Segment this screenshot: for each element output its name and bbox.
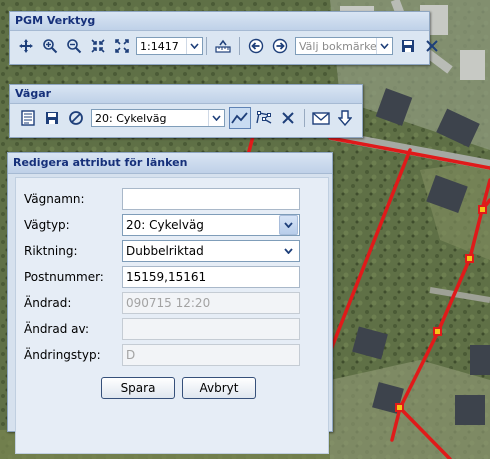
andrad-av-label: Ändrad av: [24, 322, 89, 336]
draw-line-icon[interactable] [229, 107, 251, 129]
chevron-down-icon[interactable] [376, 38, 392, 54]
save-icon[interactable] [41, 107, 63, 129]
road-type-dropdown[interactable]: 20: Cykelväg [91, 109, 225, 127]
forward-icon[interactable] [269, 35, 291, 57]
zoom-in-icon[interactable] [39, 35, 61, 57]
bookmark-placeholder: Välj bokmärke [299, 39, 376, 53]
toolbar-separator [239, 37, 240, 55]
toolbar-separator [304, 109, 305, 127]
riktning-select[interactable]: Dubbelriktad [122, 240, 300, 262]
road-type-value: 20: Cykelväg [95, 111, 167, 125]
andrad-input: 090715 12:20 [122, 292, 300, 314]
vagnamn-label: Vägnamn: [24, 192, 85, 206]
zoom-out-icon[interactable] [63, 35, 85, 57]
riktning-label: Riktning: [24, 244, 78, 258]
andrad-label: Ändrad: [24, 296, 72, 310]
pgm-toolbar-title[interactable]: PGM Verktyg [10, 12, 429, 31]
chevron-down-icon[interactable] [186, 38, 202, 54]
andringstyp-label: Ändringstyp: [24, 348, 101, 362]
field-row-postnummer: Postnummer: 15159,15161 [24, 266, 324, 288]
pgm-toolbar: PGM Verktyg 1:1417 Välj bokmärke [9, 11, 438, 65]
edit-icon[interactable] [17, 107, 39, 129]
vagar-toolbar-title[interactable]: Vägar [10, 85, 362, 104]
field-row-vagnamn: Vägnamn: [24, 188, 324, 210]
dialog-title[interactable]: Redigera attribut för länken [8, 153, 332, 174]
vagar-toolbar: Vägar 20: Cykelväg [9, 84, 363, 138]
zoom-extent-out-icon[interactable] [111, 35, 133, 57]
save-icon[interactable] [397, 35, 419, 57]
chevron-down-icon[interactable] [208, 110, 224, 126]
vagtyp-label: Vägtyp: [24, 218, 70, 232]
bookmark-dropdown[interactable]: Välj bokmärke [295, 37, 393, 55]
andrad-av-input [122, 318, 300, 340]
field-row-andrad-av: Ändrad av: [24, 318, 324, 340]
vagtyp-value: 20: Cykelväg [126, 218, 204, 232]
field-row-riktning: Riktning: Dubbelriktad [24, 240, 324, 262]
save-button[interactable]: Spara [101, 377, 175, 399]
measure-icon[interactable] [212, 35, 234, 57]
zoom-extent-in-icon[interactable] [87, 35, 109, 57]
riktning-value: Dubbelriktad [126, 244, 204, 258]
attribute-form: Vägnamn: Vägtyp: 20: Cykelväg Riktning: … [15, 177, 329, 454]
postnummer-input[interactable]: 15159,15161 [122, 266, 300, 288]
andringstyp-input: D [122, 344, 300, 366]
scale-value: 1:1417 [140, 39, 179, 53]
field-row-andringstyp: Ändringstyp: D [24, 344, 324, 366]
field-row-andrad: Ändrad: 090715 12:20 [24, 292, 324, 314]
close-icon[interactable] [421, 35, 443, 57]
vagtyp-select[interactable]: 20: Cykelväg [122, 214, 300, 236]
postnummer-label: Postnummer: [24, 270, 104, 284]
cancel-icon[interactable] [65, 107, 87, 129]
chevron-down-icon[interactable] [279, 215, 298, 235]
cancel-button[interactable]: Avbryt [182, 377, 256, 399]
delete-icon[interactable] [277, 107, 299, 129]
chevron-down-icon[interactable] [279, 241, 298, 261]
download-icon[interactable] [334, 107, 356, 129]
toolbar-separator [206, 37, 207, 55]
mail-icon[interactable] [310, 107, 332, 129]
scale-dropdown[interactable]: 1:1417 [136, 37, 203, 55]
back-icon[interactable] [245, 35, 267, 57]
field-row-vagtyp: Vägtyp: 20: Cykelväg [24, 214, 324, 236]
vagnamn-input[interactable] [122, 188, 300, 210]
pan-icon[interactable] [15, 35, 37, 57]
edit-vertices-icon[interactable] [253, 107, 275, 129]
edit-attributes-dialog: Redigera attribut för länken Vägnamn: Vä… [7, 152, 333, 454]
